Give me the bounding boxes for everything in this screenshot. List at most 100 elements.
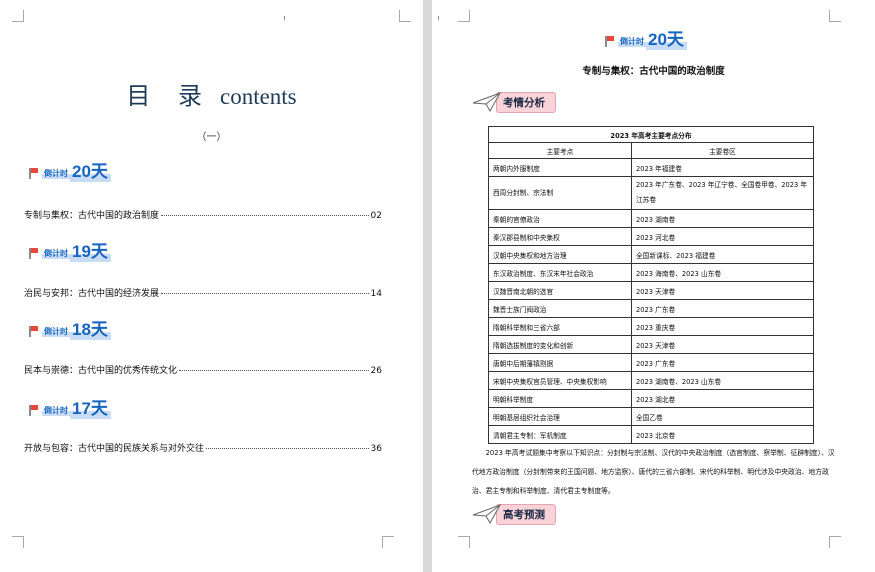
table-cell: 明朝基层组织社会治理 xyxy=(488,407,632,426)
table-cell: 隋朝选拔制度的变化和创新 xyxy=(488,335,632,354)
toc-leader xyxy=(161,215,369,216)
margin-tick xyxy=(284,16,285,20)
crop-mark xyxy=(399,10,411,22)
margin-tick xyxy=(438,16,439,20)
table-cell: 2023 河北卷 xyxy=(631,227,814,246)
countdown-label: 倒计时 xyxy=(42,326,70,337)
toc-entry[interactable]: 开放与包容：古代中国的民族关系与对外交往 36 xyxy=(24,441,382,454)
toc-page-number: 02 xyxy=(370,211,382,221)
flag-icon xyxy=(604,36,614,47)
table-row: 隋朝科举制和三省六部 2023 重庆卷 xyxy=(488,317,814,336)
table-cell: 2023 年广东卷、2023 年辽宁卷、全国卷甲卷、2023 年江苏卷 xyxy=(631,176,814,210)
table-cell: 汉朝中央集权和地方治理 xyxy=(488,245,632,264)
table-row: 两朝内外服制度 2023 年福建卷 xyxy=(488,158,814,177)
table-row: 汉魏晋南北朝的选官 2023 天津卷 xyxy=(488,281,814,300)
table-cell: 2023 湖南卷 xyxy=(631,209,814,228)
table-header: 主要考点 xyxy=(488,142,632,159)
crop-mark xyxy=(458,10,470,22)
countdown-badge: 倒计时 19天 xyxy=(28,240,111,262)
toc-leader xyxy=(179,370,369,371)
table-cell: 2023 天津卷 xyxy=(631,335,814,354)
table-cell: 魏晋士族门阀政治 xyxy=(488,299,632,318)
toc-title: 目 录 contents xyxy=(0,76,423,111)
toc-entry-title[interactable]: 治民与安邦：古代中国的经济发展 xyxy=(24,286,159,299)
countdown-days: 20天 xyxy=(646,30,687,50)
flag-icon xyxy=(28,405,38,416)
table-cell: 东汉政治制度、东汉末年社会政治 xyxy=(488,263,632,282)
table-cell: 2023 年福建卷 xyxy=(631,158,814,177)
toc-page-number: 26 xyxy=(370,366,382,376)
table-row: 魏晋士族门阀政治 2023 广东卷 xyxy=(488,299,814,318)
table-cell: 西周分封制、宗法制 xyxy=(488,176,632,210)
crop-mark xyxy=(12,536,24,548)
countdown-badge: 倒计时 18天 xyxy=(28,318,111,340)
table-cell: 汉魏晋南北朝的选官 xyxy=(488,281,632,300)
countdown-label: 倒计时 xyxy=(618,36,646,47)
table-row: 汉朝中央集权和地方治理 全国新课标、2023 福建卷 xyxy=(488,245,814,264)
summary-paragraph: 2023 年高考试题集中考察以下知识点：分封制与宗法制、汉代的中央政治制度（选官… xyxy=(472,449,835,495)
countdown-days: 20天 xyxy=(70,162,111,182)
countdown-badge: 倒计时 17天 xyxy=(28,397,111,419)
countdown-days: 18天 xyxy=(70,320,111,340)
section-heading-label: 考情分析 xyxy=(496,91,556,113)
section-heading-label: 高考预测 xyxy=(496,503,556,525)
table-cell: 2023 重庆卷 xyxy=(631,317,814,336)
table-cell: 2023 湖南卷、2023 山东卷 xyxy=(631,371,814,390)
table-cell: 全国新课标、2023 福建卷 xyxy=(631,245,814,264)
flag-icon xyxy=(28,326,38,337)
toc-entry[interactable]: 治民与安邦：古代中国的经济发展 14 xyxy=(24,286,382,299)
table-cell: 2023 湖北卷 xyxy=(631,389,814,408)
countdown-label: 倒计时 xyxy=(42,168,70,179)
toc-entry[interactable]: 专制与集权：古代中国的政治制度 02 xyxy=(24,208,382,221)
table-row: 东汉政治制度、东汉末年社会政治 2023 海南卷、2023 山东卷 xyxy=(488,263,814,282)
paper-plane-icon xyxy=(472,503,502,525)
table-cell: 秦朝的官僚政治 xyxy=(488,209,632,228)
table-cell: 2023 广东卷 xyxy=(631,353,814,372)
table-cell: 2023 广东卷 xyxy=(631,299,814,318)
countdown-days: 19天 xyxy=(70,242,111,262)
table-row: 宋朝中央集权官员管理、中央集权影响 2023 湖南卷、2023 山东卷 xyxy=(488,371,814,390)
table-row: 清朝君主专制：军机制度 2023 北京卷 xyxy=(488,425,814,444)
table-cell: 全国乙卷 xyxy=(631,407,814,426)
table-cell: 隋朝科举制和三省六部 xyxy=(488,317,632,336)
toc-entry-title[interactable]: 民本与崇德：古代中国的优秀传统文化 xyxy=(24,363,177,376)
crop-mark xyxy=(458,536,470,548)
countdown-badge: 倒计时 20天 xyxy=(604,28,687,50)
flag-icon xyxy=(28,168,38,179)
exam-distribution-table: 2023 年高考主要考点分布 主要考点 主要卷区 两朝内外服制度 2023 年福建… xyxy=(488,126,814,444)
toc-leader xyxy=(161,293,369,294)
flag-icon xyxy=(28,248,38,259)
table-cell: 清朝君主专制：军机制度 xyxy=(488,425,632,444)
table-row: 秦朝的官僚政治 2023 湖南卷 xyxy=(488,209,814,228)
toc-subtitle: （一） xyxy=(196,132,227,143)
toc-entry-title[interactable]: 专制与集权：古代中国的政治制度 xyxy=(24,208,159,221)
table-cell: 秦汉郡县制和中央集权 xyxy=(488,227,632,246)
table-cell: 2023 天津卷 xyxy=(631,281,814,300)
table-row: 秦汉郡县制和中央集权 2023 河北卷 xyxy=(488,227,814,246)
toc-leader xyxy=(206,448,369,449)
countdown-label: 倒计时 xyxy=(42,248,70,259)
toc-page-number: 36 xyxy=(370,444,382,454)
countdown-days: 17天 xyxy=(70,399,111,419)
countdown-label: 倒计时 xyxy=(42,405,70,416)
document-page-2: 倒计时 20天 专制与集权：古代中国的政治制度 考情分析 2023 年高考主要考… xyxy=(432,0,875,572)
table-caption: 2023 年高考主要考点分布 xyxy=(488,126,814,143)
toc-entry-title[interactable]: 开放与包容：古代中国的民族关系与对外交往 xyxy=(24,441,204,454)
section-heading-analysis: 考情分析 xyxy=(472,90,556,114)
toc-page-number: 14 xyxy=(370,289,382,299)
toc-title-en: contents xyxy=(219,84,297,109)
crop-mark xyxy=(382,536,394,548)
table-row: 明朝基层组织社会治理 全国乙卷 xyxy=(488,407,814,426)
paper-plane-icon xyxy=(472,91,502,113)
table-row: 明朝科举制度 2023 湖北卷 xyxy=(488,389,814,408)
table-row: 唐朝中后期藩镇割据 2023 广东卷 xyxy=(488,353,814,372)
table-header: 主要卷区 xyxy=(631,142,814,159)
toc-title-cn: 目 录 xyxy=(126,82,212,110)
toc-entry[interactable]: 民本与崇德：古代中国的优秀传统文化 26 xyxy=(24,363,382,376)
table-cell: 2023 海南卷、2023 山东卷 xyxy=(631,263,814,282)
crop-mark xyxy=(829,10,841,22)
document-page-1: 目 录 contents （一） 倒计时 20天 专制与集权：古代中国的政治制度 0… xyxy=(0,0,423,572)
table-cell: 宋朝中央集权官员管理、中央集权影响 xyxy=(488,371,632,390)
chapter-title: 专制与集权：古代中国的政治制度 xyxy=(582,66,725,77)
table-cell: 2023 北京卷 xyxy=(631,425,814,444)
